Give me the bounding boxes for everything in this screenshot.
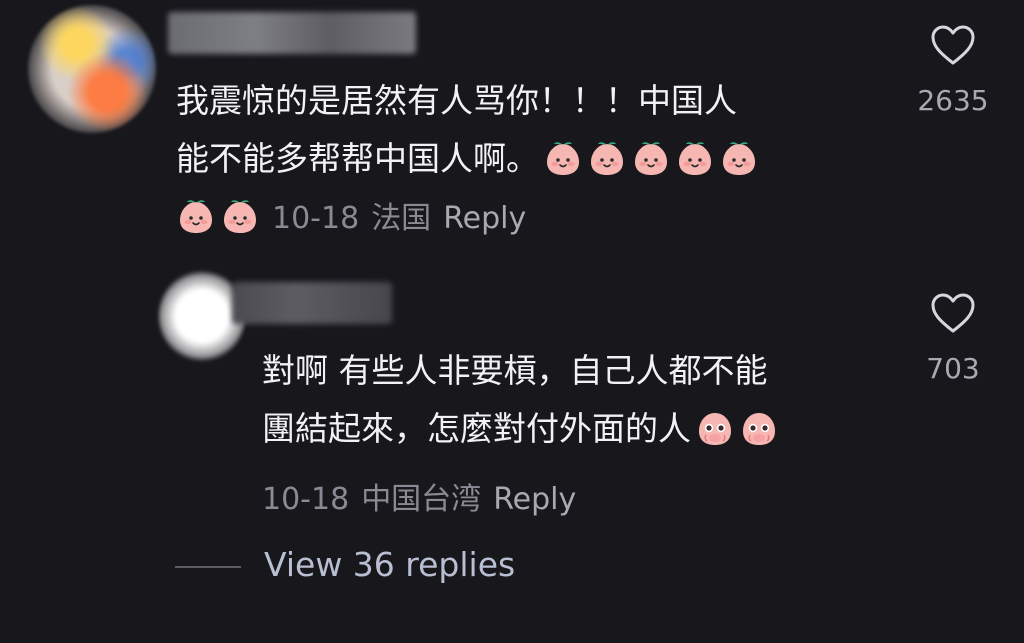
crying-peach-face-emoji — [739, 408, 779, 448]
peach-face-emoji — [675, 138, 715, 178]
comment-date: 10-18 — [262, 482, 350, 517]
like-count: 2635 — [917, 84, 989, 117]
like-count: 703 — [926, 352, 980, 385]
reply-button[interactable]: Reply — [493, 482, 576, 517]
crying-peach-face-emoji — [695, 408, 735, 448]
comment-text-line2: 團結起來，怎麼對付外面的人 — [262, 409, 691, 448]
peach-face-emoji — [587, 138, 627, 178]
heart-outline-icon[interactable] — [930, 24, 976, 66]
comment-location: 中国台湾 — [361, 482, 482, 517]
peach-face-emoji — [220, 196, 260, 236]
comment-line: 我震惊的是居然有人骂你！！！中国人 — [176, 72, 876, 130]
username-redacted[interactable] — [232, 282, 392, 324]
divider — [175, 566, 241, 568]
comment-text: 對啊 有些人非要槓，自己人都不能 團結起來，怎麼對付外面的人 — [262, 342, 902, 458]
peach-face-emoji — [543, 138, 583, 178]
comment-line: 10-18 法国 Reply — [172, 188, 876, 248]
peach-face-emoji — [719, 138, 759, 178]
view-replies-button[interactable]: View 36 replies — [264, 545, 515, 584]
username-redacted[interactable] — [168, 12, 416, 54]
comment-line: 團結起來，怎麼對付外面的人 — [262, 400, 902, 458]
peach-face-emoji — [176, 196, 216, 236]
comment-text: 我震惊的是居然有人骂你！！！中国人 能不能多帮帮中国人啊。 10-18 法国 Rep… — [176, 72, 876, 248]
comment-date: 10-18 — [272, 201, 360, 236]
avatar[interactable] — [28, 5, 156, 133]
comment-line: 能不能多帮帮中国人啊。 — [176, 130, 876, 188]
peach-face-emoji — [631, 138, 671, 178]
comment-line: 對啊 有些人非要槓，自己人都不能 — [262, 342, 902, 400]
heart-outline-icon[interactable] — [930, 292, 976, 334]
comment-meta: 10-18 中国台湾 Reply — [262, 474, 588, 518]
comment-text-line1: 我震惊的是居然有人骂你！！！中国人 — [176, 81, 737, 120]
comment-location: 法国 — [371, 201, 432, 236]
comment-text-line1: 對啊 有些人非要槓，自己人都不能 — [262, 351, 768, 390]
reply-button[interactable]: Reply — [443, 201, 526, 236]
comment-text-line2: 能不能多帮帮中国人啊。 — [176, 139, 539, 178]
